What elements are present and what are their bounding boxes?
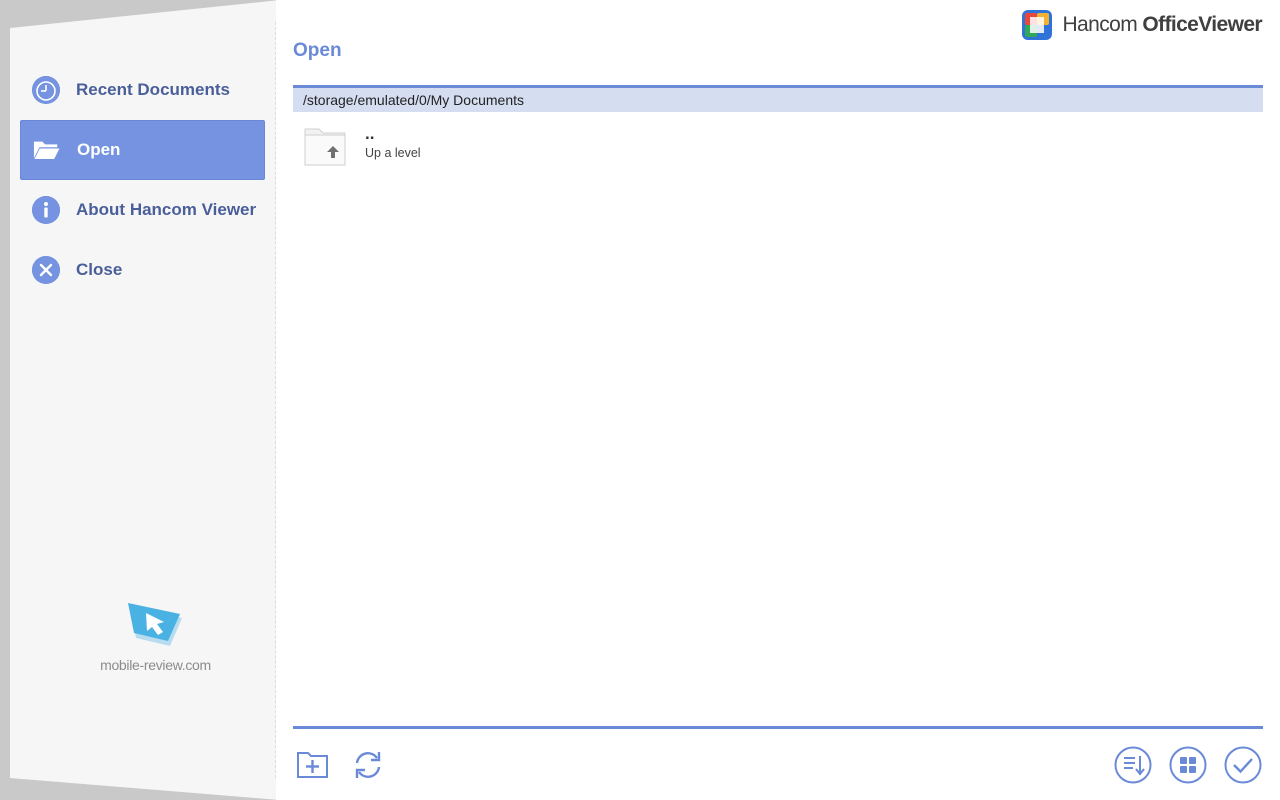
clock-icon xyxy=(32,76,60,104)
watermark: mobile-review.com xyxy=(98,600,213,673)
sidebar-item-close[interactable]: Close xyxy=(20,240,265,300)
page-title: Open xyxy=(293,40,342,61)
sidebar-item-about[interactable]: About Hancom Viewer xyxy=(20,180,265,240)
watermark-text: mobile-review.com xyxy=(100,657,211,673)
sidebar-nav: Recent Documents Open About Hancom Viewe… xyxy=(20,60,265,300)
brand-name-light: Hancom xyxy=(1062,13,1138,36)
sidebar-divider xyxy=(275,22,276,778)
new-folder-button[interactable] xyxy=(294,746,332,784)
app-brand: Hancom OfficeViewer xyxy=(1022,10,1263,40)
toolbar-divider xyxy=(293,726,1263,729)
sidebar-item-label: Open xyxy=(77,140,121,159)
grid-view-icon xyxy=(1169,746,1207,784)
open-folder-icon xyxy=(33,136,61,164)
hancom-logo-icon xyxy=(1022,10,1053,40)
sort-button[interactable] xyxy=(1114,746,1152,784)
close-icon xyxy=(32,256,60,284)
new-folder-icon xyxy=(297,752,328,778)
watermark-logo-icon xyxy=(127,603,182,646)
folder-up-icon xyxy=(300,126,352,170)
confirm-check-icon xyxy=(1224,746,1262,784)
sort-icon xyxy=(1114,746,1152,784)
sidebar-item-recent-documents[interactable]: Recent Documents xyxy=(20,60,265,120)
sidebar-item-open[interactable]: Open xyxy=(20,120,265,180)
brand-name: Hancom OfficeViewer xyxy=(1062,13,1262,37)
list-item-text: .. Up a level xyxy=(365,124,421,160)
refresh-icon xyxy=(355,752,381,778)
sidebar-item-label: About Hancom Viewer xyxy=(76,200,257,219)
info-icon xyxy=(32,196,60,224)
file-subtitle: Up a level xyxy=(365,146,421,160)
main-panel xyxy=(276,0,1280,800)
path-bar: /storage/emulated/0/My Documents xyxy=(293,88,1263,112)
grid-view-button[interactable] xyxy=(1169,746,1207,784)
brand-name-bold: OfficeViewer xyxy=(1142,13,1262,36)
sidebar-item-label: Recent Documents xyxy=(76,80,230,99)
refresh-button[interactable] xyxy=(349,746,387,784)
list-item[interactable]: .. Up a level xyxy=(300,124,1260,176)
sidebar-item-label: Close xyxy=(76,260,123,279)
file-name: .. xyxy=(365,124,375,143)
confirm-button[interactable] xyxy=(1224,746,1262,784)
